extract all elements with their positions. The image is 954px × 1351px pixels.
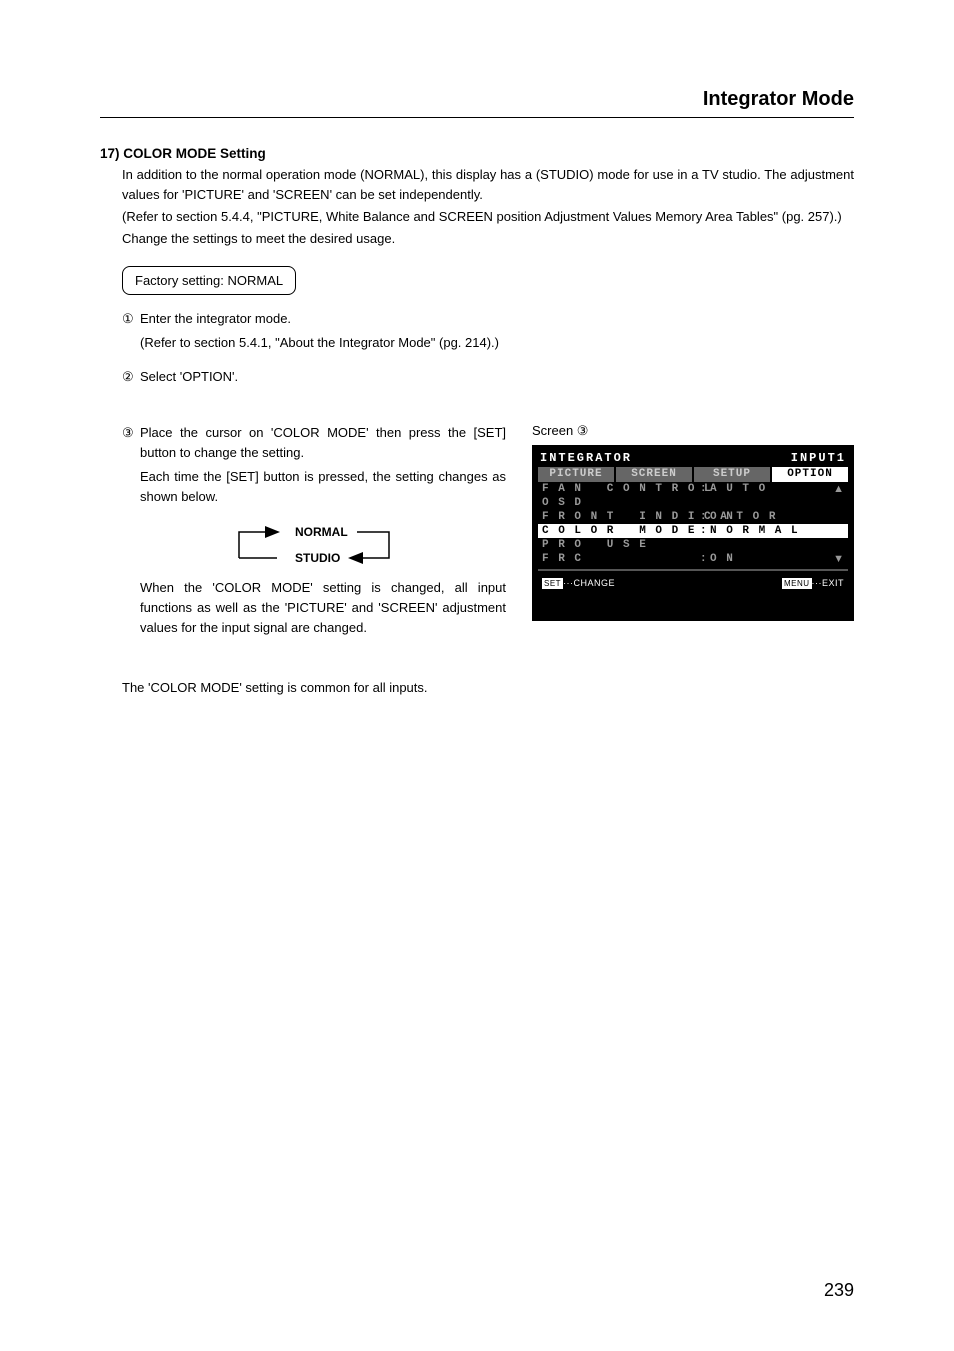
osd-line-value: A U T O bbox=[710, 482, 848, 496]
osd-line-label: C O L O R M O D E bbox=[542, 524, 698, 538]
osd-tab-option[interactable]: OPTION bbox=[772, 467, 848, 482]
osd-line-colon: : bbox=[698, 510, 710, 524]
scroll-up-icon[interactable]: ▲ bbox=[833, 482, 844, 496]
osd-bottom-hints: SET···CHANGE MENU···EXIT bbox=[538, 574, 848, 589]
step-2-number: ② bbox=[122, 367, 140, 387]
osd-line-value bbox=[710, 538, 848, 552]
osd-separator bbox=[538, 569, 848, 571]
osd-line-colon: : bbox=[698, 552, 710, 566]
osd-line-label: F A N C O N T R O L bbox=[542, 482, 698, 496]
section-title: Integrator Mode bbox=[100, 88, 854, 118]
osd-line-value: N O R M A L bbox=[710, 524, 848, 538]
osd-exit-label: ···EXIT bbox=[812, 578, 845, 588]
osd-set-button-label: SET bbox=[542, 578, 563, 589]
toggle-bottom-label: STUDIO bbox=[295, 551, 340, 565]
heading-color-mode: 17) COLOR MODE Setting bbox=[100, 146, 854, 161]
factory-setting-box: Factory setting: NORMAL bbox=[122, 266, 296, 295]
step-3-text: Place the cursor on 'COLOR MODE' then pr… bbox=[140, 423, 506, 463]
osd-line[interactable]: O S D bbox=[538, 496, 848, 510]
step-2: ② Select 'OPTION'. bbox=[122, 367, 854, 387]
step-1-sub: (Refer to section 5.4.1, "About the Inte… bbox=[140, 333, 854, 353]
osd-line[interactable]: P R O U S E bbox=[538, 538, 848, 552]
note-2: The 'COLOR MODE' setting is common for a… bbox=[122, 678, 506, 698]
osd-tab-setup[interactable]: SETUP bbox=[694, 467, 770, 482]
osd-tab-picture[interactable]: PICTURE bbox=[538, 467, 614, 482]
osd-tabs: PICTURE SCREEN SETUP OPTION bbox=[538, 467, 848, 482]
osd-line-colon bbox=[698, 538, 710, 552]
osd-line[interactable]: F A N C O N T R O L:A U T O▲ bbox=[538, 482, 848, 496]
intro-paragraph-2: (Refer to section 5.4.4, "PICTURE, White… bbox=[122, 207, 854, 227]
step-1: ① Enter the integrator mode. bbox=[122, 309, 854, 329]
osd-tab-screen[interactable]: SCREEN bbox=[616, 467, 692, 482]
osd-line-label: O S D bbox=[542, 496, 698, 510]
osd-body: F A N C O N T R O L:A U T O▲O S DF R O N… bbox=[538, 482, 848, 566]
osd-line[interactable]: C O L O R M O D E:N O R M A L bbox=[538, 524, 848, 538]
screen-label: Screen ③ bbox=[532, 423, 854, 439]
osd-change-label: ···CHANGE bbox=[563, 578, 615, 588]
osd-line-label: F R C bbox=[542, 552, 698, 566]
osd-line-colon: : bbox=[698, 524, 710, 538]
osd-line-value bbox=[710, 496, 848, 510]
step-3-number: ③ bbox=[122, 423, 140, 463]
step-3: ③ Place the cursor on 'COLOR MODE' then … bbox=[122, 423, 506, 463]
osd-line[interactable]: F R O N T I N D I C A T O R:O N bbox=[538, 510, 848, 524]
osd-menu: INTEGRATOR INPUT1 PICTURE SCREEN SETUP O… bbox=[532, 445, 854, 621]
osd-title: INTEGRATOR bbox=[540, 451, 632, 465]
osd-line-colon: : bbox=[698, 482, 710, 496]
intro-paragraph-3: Change the settings to meet the desired … bbox=[122, 229, 854, 249]
toggle-top-label: NORMAL bbox=[295, 525, 348, 539]
step-2-text: Select 'OPTION'. bbox=[140, 367, 854, 387]
note-1: When the 'COLOR MODE' setting is changed… bbox=[140, 578, 506, 638]
osd-line-label: P R O U S E bbox=[542, 538, 698, 552]
osd-menu-button-label: MENU bbox=[782, 578, 812, 589]
osd-line-colon bbox=[698, 496, 710, 510]
step-3-sub: Each time the [SET] button is pressed, t… bbox=[140, 467, 506, 507]
osd-input: INPUT1 bbox=[791, 451, 846, 465]
toggle-diagram: NORMAL STUDIO bbox=[199, 520, 429, 568]
osd-line-value: O N bbox=[710, 552, 848, 566]
step-1-number: ① bbox=[122, 309, 140, 329]
scroll-down-icon[interactable]: ▼ bbox=[833, 552, 844, 566]
page-number: 239 bbox=[824, 1280, 854, 1301]
step-1-text: Enter the integrator mode. bbox=[140, 309, 854, 329]
osd-line-label: F R O N T I N D I C A T O R bbox=[542, 510, 698, 524]
osd-line-value: O N bbox=[710, 510, 848, 524]
osd-line[interactable]: F R C:O N▼ bbox=[538, 552, 848, 566]
intro-paragraph-1: In addition to the normal operation mode… bbox=[122, 165, 854, 205]
